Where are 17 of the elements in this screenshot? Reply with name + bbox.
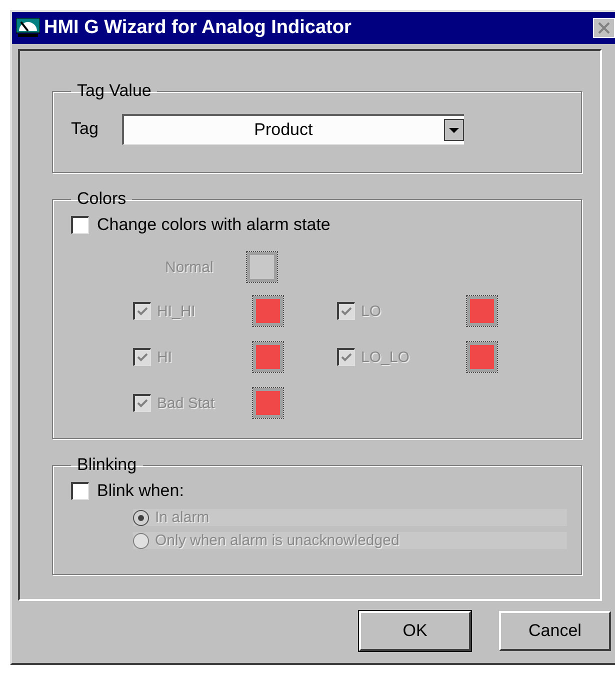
- change-colors-checkbox[interactable]: Change colors with alarm state: [71, 211, 567, 239]
- checkmark-icon: [340, 305, 353, 318]
- group-title: Colors: [76, 189, 128, 209]
- tag-dropdown[interactable]: Product: [122, 114, 464, 144]
- checkmark-icon: [340, 351, 353, 364]
- tag-label: Tag: [71, 119, 98, 139]
- checkmark-icon: [136, 397, 149, 410]
- checkmark-icon: [136, 305, 149, 318]
- blink-when-checkbox[interactable]: Blink when:: [71, 477, 567, 505]
- window-title: HMI G Wizard for Analog Indicator: [44, 17, 352, 39]
- group-title: Tag Value: [76, 81, 152, 101]
- gauge-icon: [16, 18, 40, 38]
- checkmark-icon: [136, 351, 149, 364]
- dialog-button[interactable]: OK: [359, 611, 471, 651]
- dialog-button[interactable]: Cancel: [499, 611, 611, 651]
- close-icon[interactable]: [593, 18, 615, 38]
- group-title: Blinking: [76, 455, 138, 475]
